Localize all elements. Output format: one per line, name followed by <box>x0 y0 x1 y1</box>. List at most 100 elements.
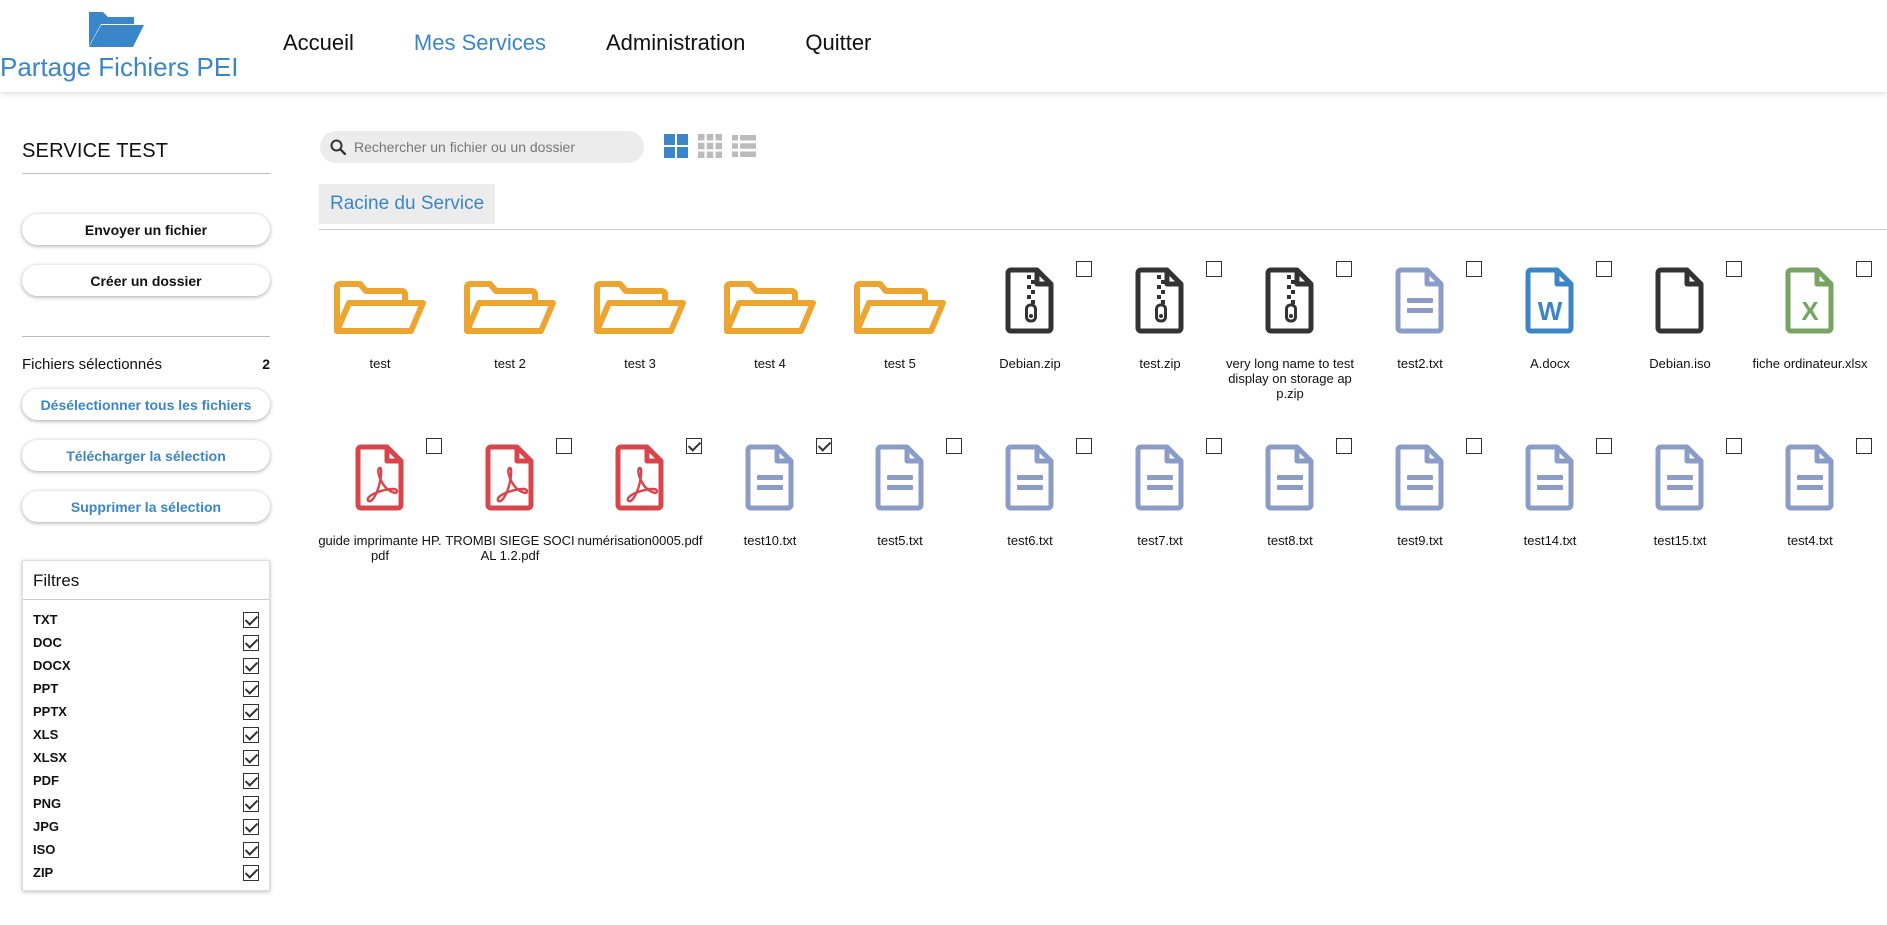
filter-label: TXT <box>33 612 58 627</box>
download-selection-button[interactable]: Télécharger la sélection <box>22 440 270 471</box>
filter-checkbox-doc[interactable] <box>243 634 259 651</box>
filter-checkbox-ppt[interactable] <box>243 680 259 697</box>
breadcrumb-root[interactable]: Racine du Service <box>319 184 496 224</box>
filter-label: PPTX <box>33 704 67 719</box>
filter-row-xlsx: XLSX <box>33 746 259 769</box>
search-input[interactable] <box>354 139 614 155</box>
file-name: numérisation0005.pdf <box>577 533 703 548</box>
file-name: Debian.iso <box>1649 356 1711 371</box>
excel-file-icon: X <box>1745 265 1875 351</box>
file-select-checkbox[interactable] <box>946 438 962 454</box>
file-select-checkbox[interactable] <box>426 438 442 454</box>
filter-checkbox-png[interactable] <box>243 795 259 812</box>
filter-row-jpg: JPG <box>33 815 259 838</box>
zip-file-icon <box>965 265 1095 351</box>
file-select-checkbox[interactable] <box>1466 438 1482 454</box>
filter-label: ZIP <box>33 865 54 880</box>
selected-files-label: Fichiers sélectionnés <box>22 356 163 373</box>
top-navbar: Partage Fichiers PEI Accueil Mes Service… <box>0 0 1887 92</box>
file-select-checkbox[interactable] <box>1206 438 1222 454</box>
text-file-icon <box>1485 442 1615 528</box>
file-name: fiche ordinateur.xlsx <box>1752 356 1868 371</box>
file-name: test2.txt <box>1397 356 1443 371</box>
large-grid-view-icon[interactable] <box>664 134 688 158</box>
app-logo[interactable]: Partage Fichiers PEI <box>0 8 239 83</box>
file-select-checkbox[interactable] <box>556 438 572 454</box>
selected-files-count: 2 <box>262 356 270 372</box>
filter-label: DOC <box>33 635 62 650</box>
file-name: test.zip <box>1139 356 1181 371</box>
folder-name: test 4 <box>754 356 786 371</box>
text-file-icon <box>1615 442 1745 528</box>
folder-open-icon <box>89 12 144 47</box>
file-name: test4.txt <box>1787 533 1833 548</box>
zip-file-icon <box>1095 265 1225 351</box>
deselect-all-button[interactable]: Désélectionner tous les fichiers <box>22 389 270 420</box>
list-view-icon[interactable] <box>732 134 756 158</box>
pdf-file-icon <box>445 442 575 528</box>
filter-row-zip: ZIP <box>33 861 259 884</box>
filter-label: JPG <box>33 819 60 834</box>
file-name: Debian.zip <box>999 356 1061 371</box>
file-select-checkbox[interactable] <box>1596 438 1612 454</box>
file-select-checkbox[interactable] <box>1206 261 1222 277</box>
file-name: test7.txt <box>1137 533 1183 548</box>
text-file-icon <box>1095 442 1225 528</box>
text-file-icon <box>1225 442 1355 528</box>
nav-accueil[interactable]: Accueil <box>283 30 354 56</box>
text-file-icon <box>1745 442 1875 528</box>
filter-label: PNG <box>33 796 62 811</box>
folder-name: test 3 <box>624 356 656 371</box>
filter-label: XLS <box>33 727 59 742</box>
filter-label: ISO <box>33 842 56 857</box>
file-select-checkbox[interactable] <box>816 438 832 454</box>
file-name: A.docx <box>1530 356 1570 371</box>
filter-checkbox-xls[interactable] <box>243 726 259 743</box>
filter-row-png: PNG <box>33 792 259 815</box>
text-file-icon <box>1355 265 1485 351</box>
filter-checkbox-docx[interactable] <box>243 657 259 674</box>
filter-row-xls: XLS <box>33 723 259 746</box>
nav-quitter[interactable]: Quitter <box>805 30 871 56</box>
text-file-icon <box>1355 442 1485 528</box>
sidebar: SERVICE TEST Envoyer un fichier Créer un… <box>22 140 270 891</box>
delete-selection-button[interactable]: Supprimer la sélection <box>22 491 270 522</box>
pdf-file-icon <box>315 442 445 528</box>
folder-name: test <box>369 356 391 371</box>
file-name: test6.txt <box>1007 533 1053 548</box>
file-select-checkbox[interactable] <box>1726 261 1742 277</box>
create-folder-button[interactable]: Créer un dossier <box>22 265 270 296</box>
file-select-checkbox[interactable] <box>1856 261 1872 277</box>
filter-checkbox-jpg[interactable] <box>243 818 259 835</box>
small-grid-view-icon[interactable] <box>698 134 722 158</box>
filter-checkbox-iso[interactable] <box>243 841 259 858</box>
filter-checkbox-txt[interactable] <box>243 611 259 628</box>
file-select-checkbox[interactable] <box>1076 438 1092 454</box>
file-select-checkbox[interactable] <box>1076 261 1092 277</box>
file-select-checkbox[interactable] <box>1726 438 1742 454</box>
nav-mes-services[interactable]: Mes Services <box>414 30 546 56</box>
filter-checkbox-pdf[interactable] <box>243 772 259 789</box>
filter-row-txt: TXT <box>33 608 259 631</box>
file-name: test8.txt <box>1267 533 1313 548</box>
nav-administration[interactable]: Administration <box>606 30 745 56</box>
file-select-checkbox[interactable] <box>1856 438 1872 454</box>
filter-checkbox-xlsx[interactable] <box>243 749 259 766</box>
filter-checkbox-pptx[interactable] <box>243 703 259 720</box>
main-nav: Accueil Mes Services Administration Quit… <box>283 30 931 56</box>
upload-file-button[interactable]: Envoyer un fichier <box>22 214 270 245</box>
file-select-checkbox[interactable] <box>1596 261 1612 277</box>
filters-panel: Filtres TXT DOC DOCX PPT PPTX XLS XLSX PDF PNG JP… <box>22 560 270 891</box>
search-bar[interactable] <box>320 131 644 163</box>
filter-row-iso: ISO <box>33 838 259 861</box>
filter-row-pdf: PDF <box>33 769 259 792</box>
file-select-checkbox[interactable] <box>686 438 702 454</box>
file-name: test9.txt <box>1397 533 1443 548</box>
file-select-checkbox[interactable] <box>1466 261 1482 277</box>
file-select-checkbox[interactable] <box>1336 261 1352 277</box>
app-title: Partage Fichiers PEI <box>0 52 239 82</box>
zip-file-icon <box>1225 265 1355 351</box>
filters-list: TXT DOC DOCX PPT PPTX XLS XLSX PDF PNG JPG ISO ZIP <box>23 600 269 890</box>
file-select-checkbox[interactable] <box>1336 438 1352 454</box>
filter-checkbox-zip[interactable] <box>243 864 259 881</box>
